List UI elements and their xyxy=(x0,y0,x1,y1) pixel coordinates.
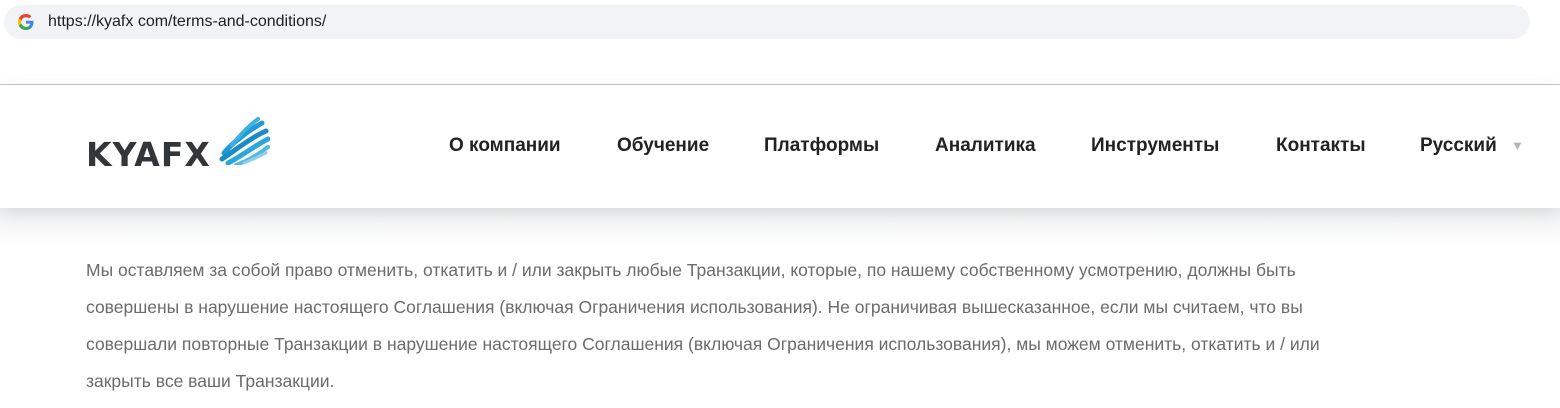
nav-item-platforms[interactable]: Платформы xyxy=(764,135,879,157)
paragraph-line: совершали повторные Транзакции в нарушен… xyxy=(86,334,1320,354)
nav-item-tools[interactable]: Инструменты xyxy=(1091,135,1219,157)
nav-item-education[interactable]: Обучение xyxy=(617,135,709,157)
triangle-down-icon[interactable]: ▼ xyxy=(1511,138,1524,153)
language-selector[interactable]: Русский xyxy=(1420,135,1497,157)
url-text[interactable]: https://kyafx com/terms-and-conditions/ xyxy=(48,13,326,31)
paragraph-line: совершены в нарушение настоящего Соглаше… xyxy=(86,297,1303,317)
nav-item-analytics[interactable]: Аналитика xyxy=(935,135,1036,157)
nav-item-contacts[interactable]: Контакты xyxy=(1276,135,1366,157)
google-g-icon xyxy=(18,14,34,30)
address-bar[interactable]: https://kyafx com/terms-and-conditions/ xyxy=(4,5,1530,39)
browser-toolbar: https://kyafx com/terms-and-conditions/ xyxy=(0,0,1560,85)
paragraph-line: закрыть все ваши Транзакции. xyxy=(86,371,335,391)
site-header: KYAFX О компании Обучение Платформы Анал… xyxy=(0,85,1560,208)
terms-paragraph: Мы оставляем за собой право отменить, от… xyxy=(86,252,1506,400)
content-shadow xyxy=(0,208,1560,248)
paragraph-line: Мы оставляем за собой право отменить, от… xyxy=(86,260,1296,280)
nav-item-about[interactable]: О компании xyxy=(449,135,561,157)
page: https://kyafx com/terms-and-conditions/ … xyxy=(0,0,1560,408)
main-nav: О компании Обучение Платформы Аналитика … xyxy=(0,135,1560,159)
